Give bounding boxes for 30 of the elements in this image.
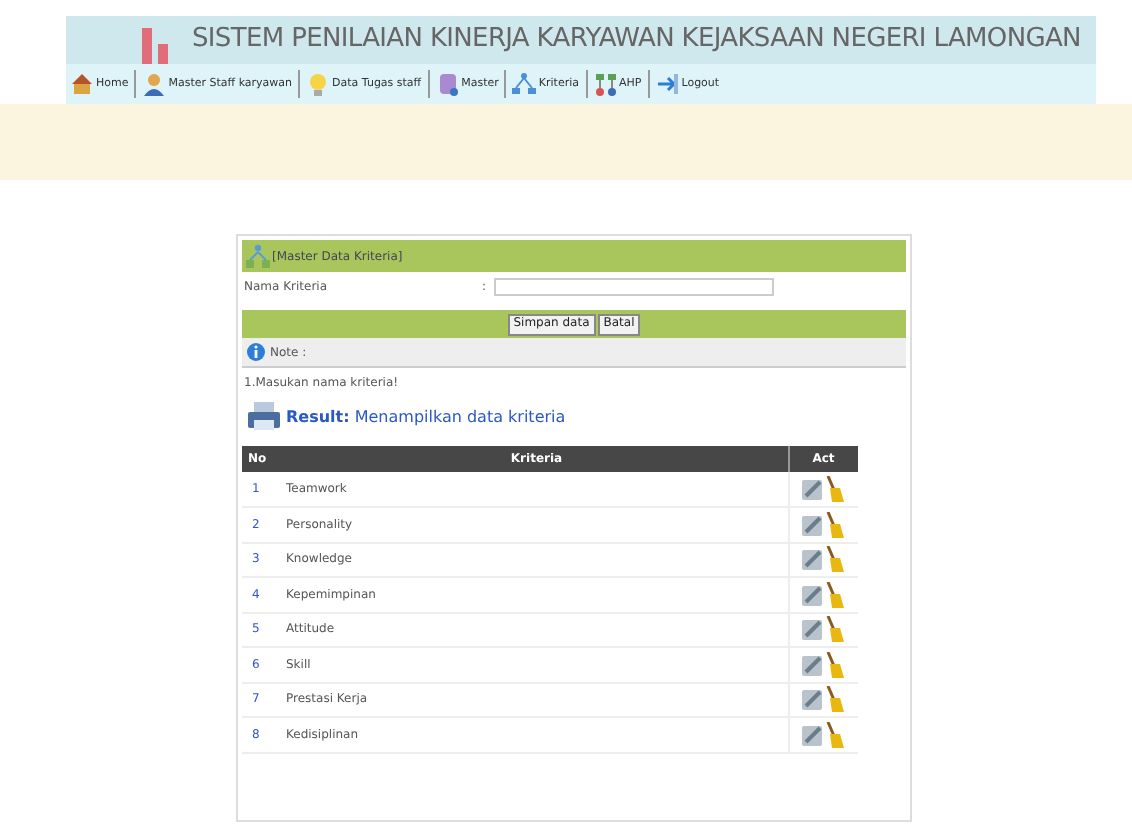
broom-icon[interactable] [826,511,845,538]
exit-arrow-icon [655,72,680,96]
broom-icon[interactable] [826,581,845,608]
bulb-icon [306,72,331,96]
bar-chart-icon [140,24,172,64]
result-heading: Result: Menampilkan data kriteria [286,405,566,429]
broom-icon[interactable] [826,546,845,573]
person-icon [142,72,167,96]
broom-icon[interactable] [826,651,845,678]
edit-icon[interactable] [802,583,825,606]
broom-icon[interactable] [826,686,845,713]
edit-icon[interactable] [802,688,825,711]
edit-icon[interactable] [802,618,825,641]
edit-icon[interactable] [802,653,825,676]
house-icon [70,72,94,96]
edit-icon[interactable] [802,513,825,536]
edit-icon[interactable] [802,548,825,571]
app-title: SISTEM PENILAIAN KINERJA KARYAWAN KEJAKSAAN NEGERI LAMONGAN [192,22,1081,59]
hierarchy-icon [246,243,270,269]
network-icon [593,72,618,96]
broom-icon[interactable] [826,476,845,502]
broom-icon[interactable] [826,616,845,643]
info-icon [246,342,266,362]
broom-icon[interactable] [826,721,845,748]
database-icon [435,72,460,96]
edit-icon[interactable] [802,478,825,500]
hierarchy-icon [512,72,537,96]
printer-icon [248,402,280,432]
edit-icon[interactable] [802,723,825,746]
criteria-input[interactable] [494,277,774,295]
